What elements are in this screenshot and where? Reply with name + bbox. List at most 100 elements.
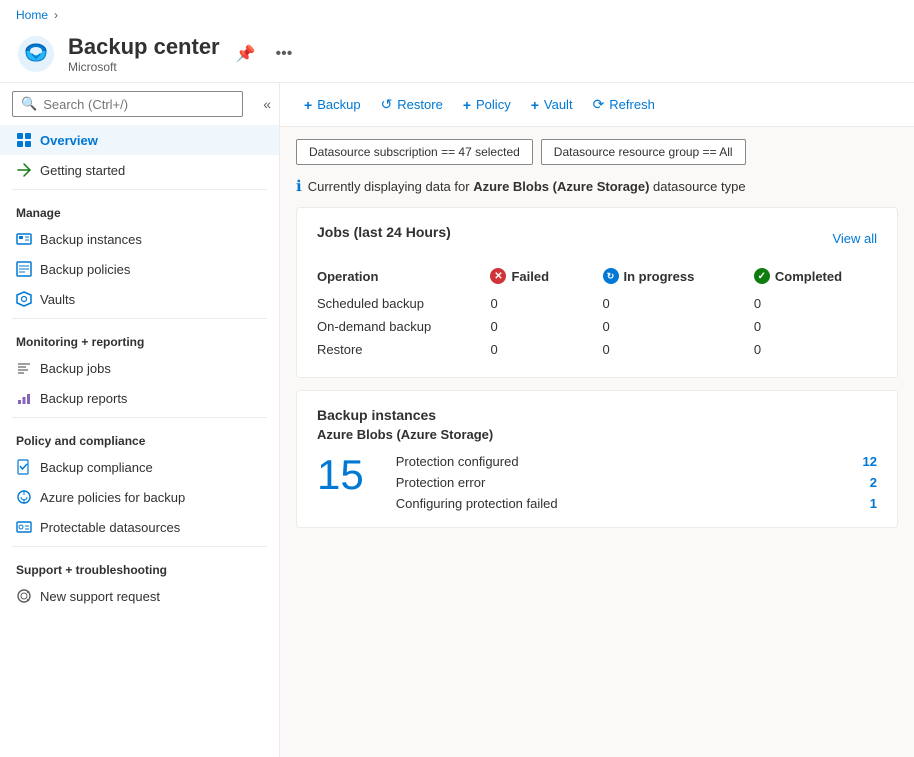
search-box[interactable]: 🔍 [12,91,243,117]
app-container: Home › Backup center Microsoft 📌 ••• [0,0,914,757]
row-completed-0: 0 [730,292,877,315]
getting-started-icon [16,162,32,178]
col-inprogress: ↻ In progress [579,264,730,292]
plus-icon-vault: + [531,97,539,113]
backup-instances-content: 15 Protection configured 12 Protection e… [317,454,877,511]
backup-compliance-icon [16,459,32,475]
jobs-table-header-row: Operation ✕ Failed ↻ [317,264,877,292]
table-row: On-demand backup 0 0 0 [317,315,877,338]
sidebar-item-new-support[interactable]: New support request [0,581,279,611]
sidebar-label-backup-jobs: Backup jobs [40,361,111,376]
stat-label-0: Protection configured [396,454,519,469]
sidebar-item-backup-policies[interactable]: Backup policies [0,254,279,284]
sidebar-label-new-support: New support request [40,589,160,604]
page-subtitle: Microsoft [68,60,220,74]
sidebar-label-backup-compliance: Backup compliance [40,460,153,475]
stat-label-2: Configuring protection failed [396,496,558,511]
breadcrumb-home[interactable]: Home [16,8,48,22]
completed-status-icon: ✓ [754,268,770,284]
row-inprogress-2: 0 [579,338,730,361]
stat-label-1: Protection error [396,475,486,490]
sidebar-label-protectable-datasources: Protectable datasources [40,520,180,535]
policy-button[interactable]: + Policy [455,92,519,118]
col-failed: ✕ Failed [466,264,578,292]
sidebar-section-monitoring: Monitoring + reporting [0,323,279,353]
sidebar-item-backup-jobs[interactable]: Backup jobs [0,353,279,383]
info-bar: ℹ Currently displaying data for Azure Bl… [296,177,898,195]
backup-instances-total: 15 [317,454,364,496]
sidebar-item-vaults[interactable]: Vaults [0,284,279,314]
azure-policies-icon [16,489,32,505]
backup-instances-card-title: Backup instances [317,407,877,423]
backup-jobs-icon [16,360,32,376]
subscription-filter[interactable]: Datasource subscription == 47 selected [296,139,533,165]
backup-instances-stats: Protection configured 12 Protection erro… [396,454,877,511]
app-header: Backup center Microsoft 📌 ••• [0,30,914,82]
app-logo [16,34,56,74]
content-area: Datasource subscription == 47 selected D… [280,127,914,757]
breadcrumb: Home › [0,0,914,30]
view-all-link[interactable]: View all [832,231,877,246]
filter-bar: Datasource subscription == 47 selected D… [296,139,898,165]
jobs-table-body: Scheduled backup 0 0 0 On-demand backup … [317,292,877,361]
sidebar-divider-manage [12,189,267,190]
sidebar-divider-monitoring [12,318,267,319]
breadcrumb-separator: › [54,8,58,22]
inprogress-status-icon: ↻ [603,268,619,284]
sidebar-item-overview[interactable]: Overview [0,125,279,155]
row-inprogress-1: 0 [579,315,730,338]
backup-button[interactable]: + Backup [296,92,369,118]
main-layout: 🔍 « Overview Getting started [0,82,914,757]
collapse-sidebar-button[interactable]: « [255,92,279,116]
row-operation-0: Scheduled backup [317,292,466,315]
col-completed: ✓ Completed [730,264,877,292]
backup-instances-icon [16,231,32,247]
sidebar-label-overview: Overview [40,133,98,148]
row-operation-1: On-demand backup [317,315,466,338]
more-options-button[interactable]: ••• [272,41,297,67]
sidebar-section-policy: Policy and compliance [0,422,279,452]
sidebar-item-backup-compliance[interactable]: Backup compliance [0,452,279,482]
search-collapse-row: 🔍 « [0,83,279,125]
stat-row-0: Protection configured 12 [396,454,877,469]
vaults-icon [16,291,32,307]
backup-instances-card: Backup instances Azure Blobs (Azure Stor… [296,390,898,528]
restore-icon: ↺ [381,96,393,113]
row-completed-2: 0 [730,338,877,361]
row-completed-1: 0 [730,315,877,338]
sidebar-section-manage: Manage [0,194,279,224]
info-icon: ℹ [296,177,302,195]
sidebar-label-backup-reports: Backup reports [40,391,127,406]
refresh-button[interactable]: ⟳ Refresh [585,91,663,118]
sidebar-item-backup-instances[interactable]: Backup instances [0,224,279,254]
col-operation: Operation [317,264,466,292]
sidebar-label-azure-policies: Azure policies for backup [40,490,185,505]
sidebar-section-support: Support + troubleshooting [0,551,279,581]
sidebar: 🔍 « Overview Getting started [0,83,280,757]
plus-icon-policy: + [463,97,471,113]
jobs-card-title: Jobs (last 24 Hours) [317,224,451,240]
search-input[interactable] [43,97,234,112]
sidebar-divider-policy [12,417,267,418]
vault-button[interactable]: + Vault [523,92,581,118]
resource-group-filter[interactable]: Datasource resource group == All [541,139,746,165]
restore-button[interactable]: ↺ Restore [373,91,451,118]
row-operation-2: Restore [317,338,466,361]
sidebar-item-protectable-datasources[interactable]: Protectable datasources [0,512,279,542]
sidebar-item-backup-reports[interactable]: Backup reports [0,383,279,413]
stat-row-2: Configuring protection failed 1 [396,496,877,511]
sidebar-item-getting-started[interactable]: Getting started [0,155,279,185]
row-failed-0: 0 [466,292,578,315]
protectable-datasources-icon [16,519,32,535]
sidebar-label-backup-instances: Backup instances [40,232,142,247]
toolbar: + Backup ↺ Restore + Policy + Vault ⟳ [280,83,914,127]
info-datasource-type: Azure Blobs (Azure Storage) [473,179,649,194]
plus-icon-backup: + [304,97,312,113]
row-failed-1: 0 [466,315,578,338]
backup-instances-subtitle: Azure Blobs (Azure Storage) [317,427,877,442]
jobs-card: Jobs (last 24 Hours) View all Operation … [296,207,898,378]
sidebar-item-azure-policies[interactable]: Azure policies for backup [0,482,279,512]
pin-button[interactable]: 📌 [232,40,260,68]
header-title-group: Backup center Microsoft [68,34,220,74]
stat-value-2: 1 [870,496,877,511]
